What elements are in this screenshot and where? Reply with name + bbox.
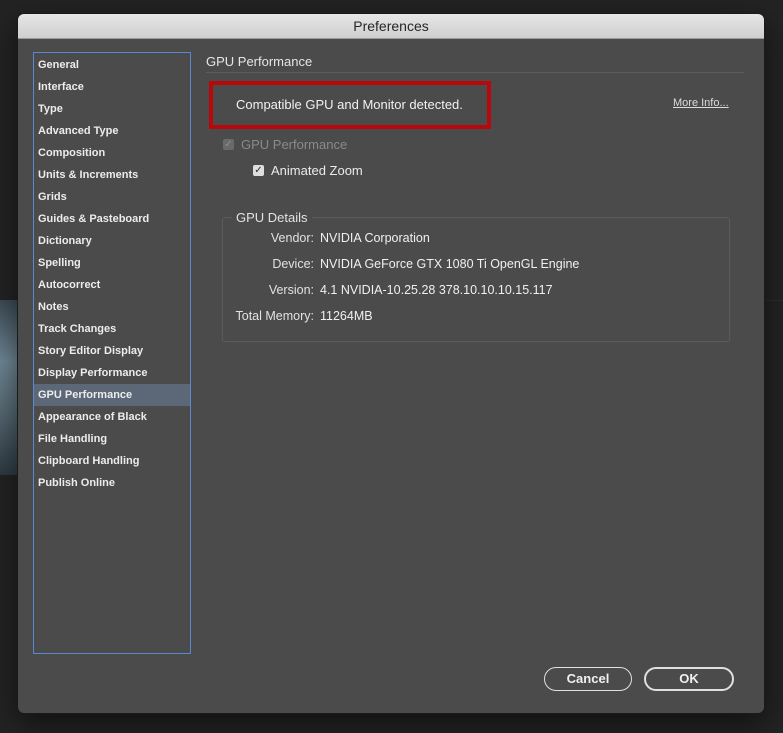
animated-zoom-checkbox-label[interactable]: Animated Zoom bbox=[271, 163, 363, 178]
animated-zoom-checkbox-row: ✓ Animated Zoom bbox=[253, 163, 363, 178]
preferences-dialog: Preferences General Interface Type Advan… bbox=[18, 14, 764, 713]
sidebar-item-publish-online[interactable]: Publish Online bbox=[34, 472, 190, 494]
preferences-sidebar: General Interface Type Advanced Type Com… bbox=[33, 52, 191, 654]
sidebar-item-story-editor-display[interactable]: Story Editor Display bbox=[34, 340, 190, 362]
device-value: NVIDIA GeForce GTX 1080 Ti OpenGL Engine bbox=[320, 257, 580, 271]
sidebar-item-interface[interactable]: Interface bbox=[34, 76, 190, 98]
cancel-button[interactable]: Cancel bbox=[544, 667, 632, 691]
ok-button[interactable]: OK bbox=[644, 667, 734, 691]
sidebar-item-dictionary[interactable]: Dictionary bbox=[34, 230, 190, 252]
animated-zoom-checkbox[interactable]: ✓ bbox=[253, 165, 264, 176]
sidebar-item-clipboard-handling[interactable]: Clipboard Handling bbox=[34, 450, 190, 472]
sidebar-item-track-changes[interactable]: Track Changes bbox=[34, 318, 190, 340]
vendor-value: NVIDIA Corporation bbox=[320, 231, 430, 245]
check-icon: ✓ bbox=[254, 164, 263, 176]
version-label: Version: bbox=[268, 283, 314, 297]
sidebar-item-type[interactable]: Type bbox=[34, 98, 190, 120]
sidebar-item-autocorrect[interactable]: Autocorrect bbox=[34, 274, 190, 296]
window-title: Preferences bbox=[18, 14, 764, 39]
section-title: GPU Performance bbox=[206, 54, 313, 69]
sidebar-item-gpu-performance[interactable]: GPU Performance bbox=[34, 384, 190, 406]
gpu-status-message: Compatible GPU and Monitor detected. bbox=[236, 97, 463, 112]
check-icon: ✓ bbox=[224, 138, 233, 150]
vendor-label: Vendor: bbox=[270, 231, 314, 245]
version-value: 4.1 NVIDIA-10.25.28 378.10.10.10.15.117 bbox=[320, 283, 553, 297]
device-label: Device: bbox=[272, 257, 314, 271]
total-memory-value: 11264MB bbox=[320, 309, 373, 323]
sidebar-item-composition[interactable]: Composition bbox=[34, 142, 190, 164]
sidebar-item-units-increments[interactable]: Units & Increments bbox=[34, 164, 190, 186]
gpu-details-title: GPU Details bbox=[232, 210, 312, 225]
sidebar-item-file-handling[interactable]: File Handling bbox=[34, 428, 190, 450]
more-info-link[interactable]: More Info... bbox=[673, 97, 729, 109]
sidebar-item-general[interactable]: General bbox=[34, 54, 190, 76]
gpu-performance-checkbox-row: ✓ GPU Performance bbox=[223, 137, 347, 152]
sidebar-item-advanced-type[interactable]: Advanced Type bbox=[34, 120, 190, 142]
sidebar-item-notes[interactable]: Notes bbox=[34, 296, 190, 318]
sidebar-item-appearance-of-black[interactable]: Appearance of Black bbox=[34, 406, 190, 428]
section-divider bbox=[206, 72, 744, 73]
sidebar-item-spelling[interactable]: Spelling bbox=[34, 252, 190, 274]
gpu-status-highlight: Compatible GPU and Monitor detected. bbox=[209, 81, 491, 129]
sidebar-item-display-performance[interactable]: Display Performance bbox=[34, 362, 190, 384]
gpu-performance-checkbox[interactable]: ✓ bbox=[223, 139, 234, 150]
total-memory-label: Total Memory: bbox=[235, 309, 315, 323]
sidebar-item-grids[interactable]: Grids bbox=[34, 186, 190, 208]
gpu-performance-checkbox-label: GPU Performance bbox=[241, 137, 348, 152]
sidebar-item-guides-pasteboard[interactable]: Guides & Pasteboard bbox=[34, 208, 190, 230]
